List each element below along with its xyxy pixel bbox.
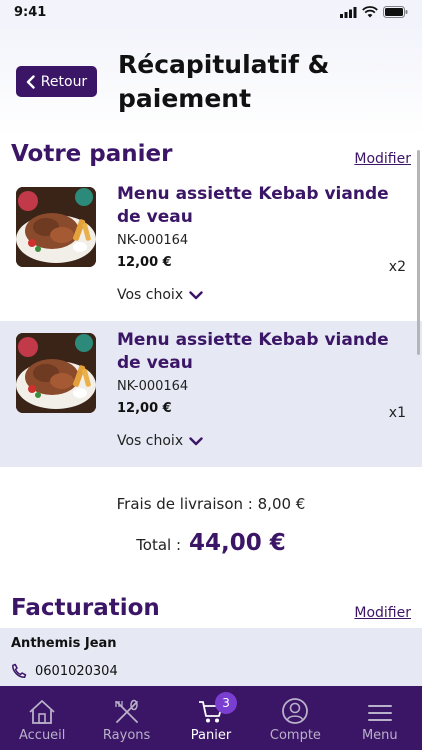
cart-item[interactable]: Menu assiette Kebab viande de veau NK-00… [0, 175, 422, 321]
tab-accueil[interactable]: Accueil [0, 686, 84, 750]
choices-label: Vos choix [117, 433, 184, 449]
item-name: Menu assiette Kebab viande de veau [117, 184, 389, 227]
billing-edit-link[interactable]: Modifier [354, 605, 411, 621]
utensils-icon [114, 699, 138, 723]
page-title: Récapitulatif & paiement [118, 50, 330, 113]
item-quantity: x2 [388, 259, 406, 275]
phone-icon [12, 663, 27, 678]
tab-label: Menu [361, 728, 398, 743]
tab-label: Compte [269, 728, 321, 743]
cart-item[interactable]: Menu assiette Kebab viande de veau NK-00… [0, 321, 422, 467]
signal-icon [340, 6, 357, 18]
cart-edit-link[interactable]: Modifier [354, 151, 411, 167]
tab-label: Accueil [18, 728, 66, 743]
status-time: 9:41 [14, 5, 47, 20]
total-label: Total : [136, 536, 182, 554]
billing-section-title: Facturation [11, 595, 160, 621]
home-icon [29, 700, 55, 724]
item-price: 12,00 € [117, 401, 172, 416]
battery-icon [383, 6, 408, 18]
item-name: Menu assiette Kebab viande de veau [117, 330, 389, 373]
billing-phone-number: 0601020304 [35, 663, 118, 679]
chevron-down-icon [189, 290, 203, 299]
user-icon [282, 698, 309, 724]
dish-thumbnail [16, 187, 96, 267]
status-bar: 9:41 [0, 0, 422, 26]
tab-label: Panier [190, 728, 232, 743]
chevron-down-icon [189, 436, 203, 445]
wifi-icon [362, 6, 378, 18]
item-reference: NK-000164 [117, 379, 189, 394]
tab-panier[interactable]: 3 Panier [169, 686, 253, 750]
tab-compte[interactable]: Compte [253, 686, 337, 750]
choices-label: Vos choix [117, 287, 184, 303]
scrollbar[interactable] [417, 150, 420, 355]
back-button[interactable]: Retour [16, 66, 97, 97]
choices-toggle[interactable]: Vos choix [117, 433, 203, 449]
tab-bar: Accueil Rayons 3 Panier Compte Menu [0, 686, 422, 750]
chevron-left-icon [26, 74, 35, 89]
item-quantity: x1 [388, 405, 406, 421]
status-icons [340, 6, 408, 18]
back-button-label: Retour [40, 73, 88, 90]
billing-details: Anthemis Jean 0601020304 [0, 628, 422, 686]
item-price: 12,00 € [117, 255, 172, 270]
billing-phone: 0601020304 [11, 663, 118, 679]
tab-label: Rayons [102, 728, 151, 743]
cart-section-title: Votre panier [11, 141, 173, 167]
item-reference: NK-000164 [117, 233, 189, 248]
order-total: Total : 44,00 € [0, 530, 422, 556]
cart-badge: 3 [215, 692, 238, 714]
delivery-fee: Frais de livraison : 8,00 € [116, 495, 306, 513]
menu-icon [367, 705, 392, 721]
billing-name: Anthemis Jean [11, 636, 117, 651]
total-value: 44,00 € [189, 530, 286, 556]
tab-menu[interactable]: Menu [338, 686, 422, 750]
header: Retour Récapitulatif & paiement [0, 26, 422, 136]
choices-toggle[interactable]: Vos choix [117, 287, 203, 303]
dish-thumbnail [16, 333, 96, 413]
tab-rayons[interactable]: Rayons [84, 686, 168, 750]
